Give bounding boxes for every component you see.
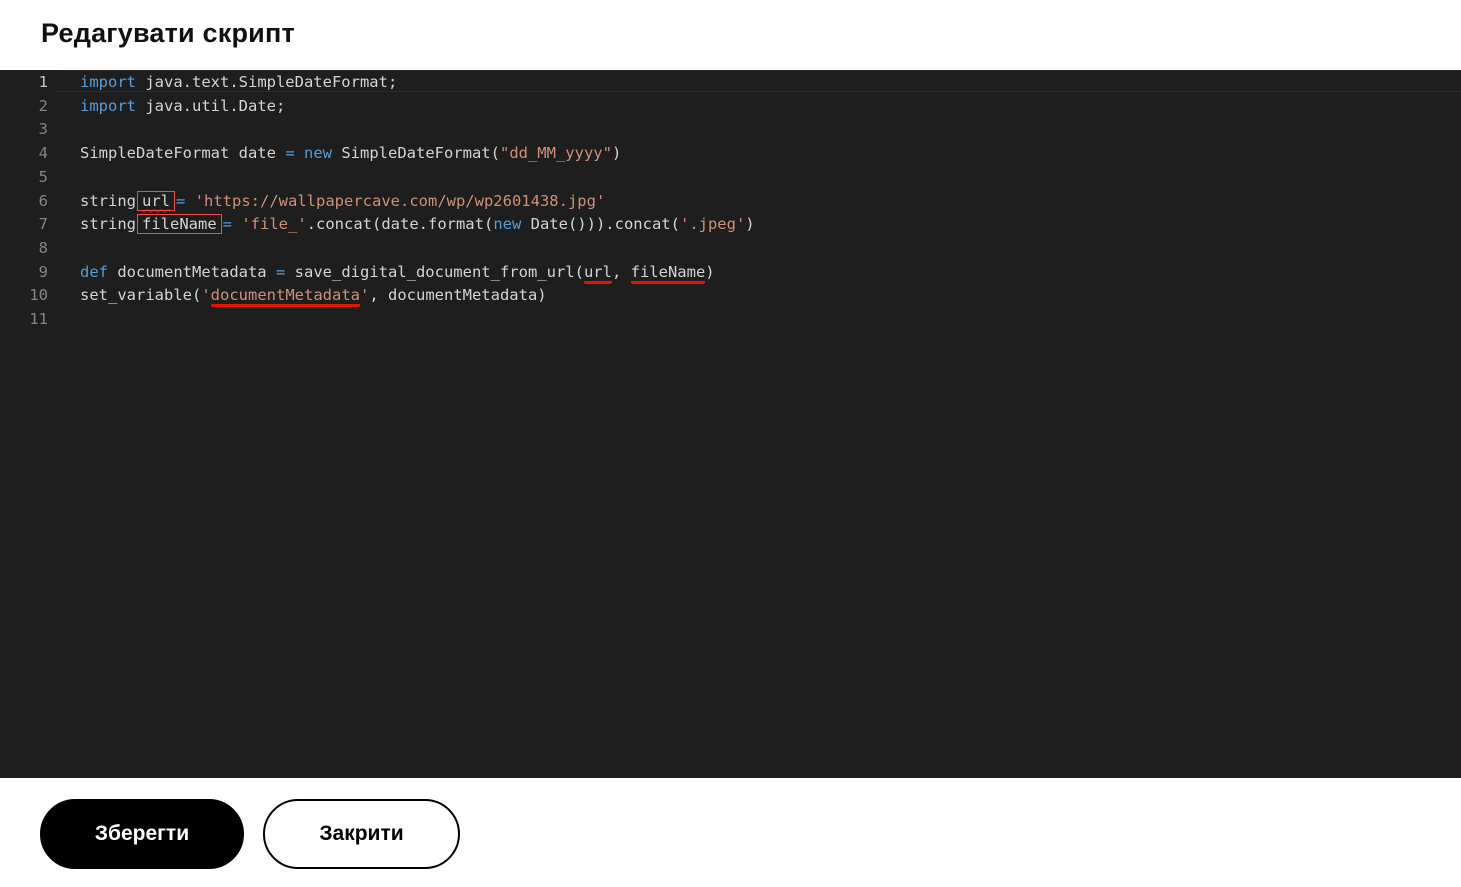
code-text: set_variable('documentMetadata', documen… [80, 283, 547, 308]
line-number: 7 [38, 215, 48, 234]
code-line[interactable]: 5 [0, 165, 1461, 189]
code-token: java.text.SimpleDateFormat; [136, 73, 398, 91]
code-token: , documentMetadata) [369, 286, 547, 305]
line-number: 1 [38, 73, 48, 91]
line-number: 8 [38, 238, 48, 257]
code-line[interactable]: 4 SimpleDateFormat date = new SimpleDateF… [0, 141, 1461, 165]
dialog-footer: Зберегти Закрити [0, 778, 1461, 887]
code-text: SimpleDateFormat date = new SimpleDateFo… [80, 141, 621, 165]
line-number: 3 [38, 120, 48, 139]
code-token: SimpleDateFormat date [80, 144, 286, 163]
code-token: set_variable( [80, 286, 202, 305]
code-token: ) [745, 215, 755, 234]
code-token: url [583, 262, 612, 284]
close-button[interactable]: Закрити [263, 799, 460, 869]
code-token: = [275, 262, 286, 281]
code-token: .concat(date.format( [306, 215, 494, 234]
line-number: 9 [38, 262, 48, 281]
code-token: SimpleDateFormat( [332, 144, 500, 163]
code-token: url [137, 190, 175, 211]
code-token: save_digital_document_from_url( [285, 262, 584, 281]
code-token: string [80, 215, 136, 234]
code-text: import java.util.Date; [80, 94, 285, 118]
code-line[interactable]: 3 [0, 117, 1461, 141]
code-line[interactable]: 10 set_variable('documentMetadata', docum… [0, 283, 1461, 308]
code-token: = [222, 215, 232, 234]
code-token: fileName [630, 262, 706, 284]
code-text: def documentMetadata = save_digital_docu… [80, 260, 715, 284]
line-number: 4 [38, 144, 48, 163]
line-number: 10 [29, 286, 48, 305]
code-editor[interactable]: 1 import java.text.SimpleDateFormat; 2 impo… [0, 70, 1461, 778]
edit-script-dialog: Редагувати скрипт 1 import java.text.Simp… [0, 0, 1461, 887]
code-token: documentMetadata [210, 286, 360, 308]
code-token: string [80, 191, 136, 210]
code-text: string fileName = 'file_'.concat(date.form… [80, 212, 755, 236]
code-text: string url = 'https://wallpapercave.com/wp… [80, 189, 605, 213]
code-token: ' [201, 286, 211, 305]
code-token: '.jpeg' [679, 215, 746, 234]
line-number: 2 [38, 96, 48, 115]
code-token: documentMetadata [108, 262, 276, 281]
line-number: 11 [29, 310, 48, 328]
code-token: new [304, 144, 332, 163]
code-token: "dd_MM_yyyy" [499, 144, 612, 163]
code-line[interactable]: 7 string fileName = 'file_'.concat(date.for… [0, 212, 1461, 236]
line-number: 5 [38, 167, 48, 186]
code-token: import [80, 73, 136, 91]
code-line[interactable]: 2 import java.util.Date; [0, 94, 1461, 118]
save-button[interactable]: Зберегти [40, 799, 244, 869]
code-line[interactable]: 11 [0, 307, 1461, 331]
code-token: 'https://wallpapercave.com/wp/wp2601438.… [194, 191, 606, 210]
code-token: ) [705, 262, 715, 281]
code-line[interactable]: 9 def documentMetadata = save_digital_doc… [0, 260, 1461, 284]
code-line[interactable]: 1 import java.text.SimpleDateFormat; [0, 70, 1461, 94]
code-token: Date())).concat( [521, 215, 680, 234]
code-token: ) [611, 144, 622, 163]
code-token: 'file_' [241, 215, 307, 234]
code-text: import java.text.SimpleDateFormat; [80, 70, 397, 94]
line-number: 6 [38, 191, 48, 210]
code-token: , [611, 262, 631, 281]
code-token: = [176, 191, 186, 210]
code-line[interactable]: 6 string url = 'https://wallpapercave.com/w… [0, 189, 1461, 213]
code-token: new [493, 215, 522, 234]
code-token: ' [359, 286, 370, 305]
code-line[interactable]: 8 [0, 236, 1461, 260]
code-token: def [80, 262, 108, 281]
dialog-title: Редагувати скрипт [41, 18, 295, 48]
code-token: java.util.Date; [136, 96, 286, 115]
code-token: = [285, 144, 295, 163]
code-token: import [80, 96, 136, 115]
code-token: fileName [137, 214, 222, 235]
